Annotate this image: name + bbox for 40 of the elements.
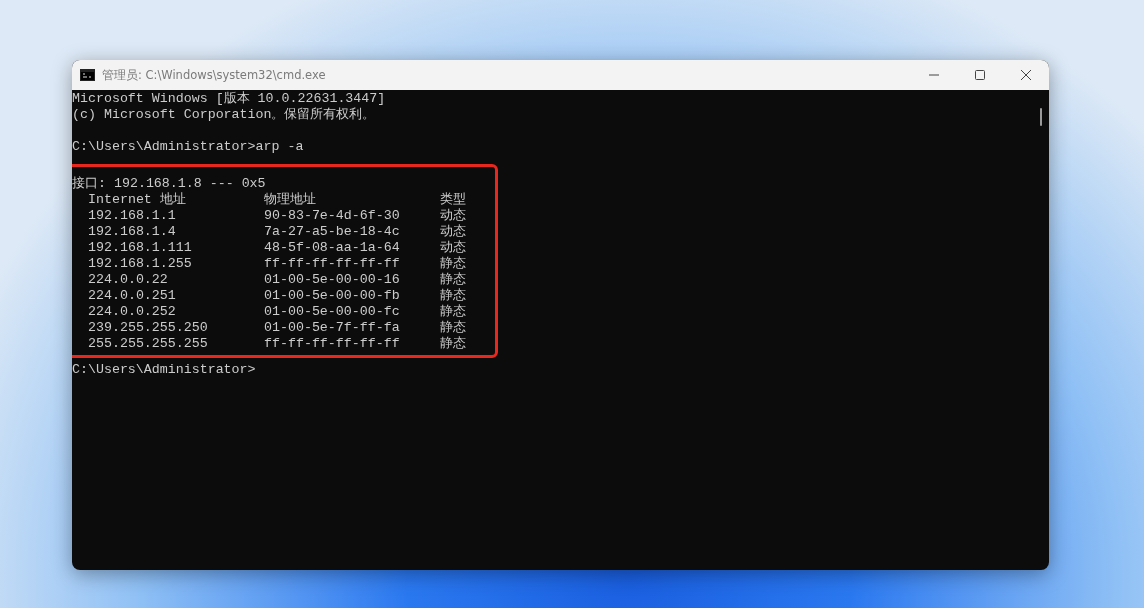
ip-address: 192.168.1.4 (88, 224, 177, 240)
mac-address: 01-00-5e-00-00-16 (264, 272, 401, 288)
column-header: Internet 地址 (88, 192, 187, 208)
entry-type: 静态 (440, 256, 467, 272)
mac-address: ff-ff-ff-ff-ff-ff (264, 256, 401, 272)
mac-address: 01-00-5e-00-00-fc (264, 304, 401, 320)
output-line: Microsoft Windows [版本 10.0.22631.3447] (72, 91, 387, 107)
ip-address: 255.255.255.255 (88, 336, 209, 352)
maximize-icon (975, 70, 985, 80)
entry-type: 静态 (440, 272, 467, 288)
close-icon (1021, 70, 1031, 80)
entry-type: 动态 (440, 240, 467, 256)
mac-address: 90-83-7e-4d-6f-30 (264, 208, 401, 224)
ip-address: 239.255.255.250 (88, 320, 209, 336)
ip-address: 224.0.0.251 (88, 288, 177, 304)
ip-address: 224.0.0.22 (88, 272, 169, 288)
ip-address: 224.0.0.252 (88, 304, 177, 320)
mac-address: 48-5f-08-aa-1a-64 (264, 240, 401, 256)
terminal-icon (80, 69, 95, 81)
mac-address: 7a-27-a5-be-18-4c (264, 224, 401, 240)
entry-type: 动态 (440, 224, 467, 240)
mac-address: ff-ff-ff-ff-ff-ff (264, 336, 401, 352)
prompt-line: C:\Users\Administrator> (72, 362, 257, 378)
column-header: 物理地址 (264, 192, 317, 208)
command-line: C:\Users\Administrator>arp -a (72, 139, 305, 155)
mac-address: 01-00-5e-00-00-fb (264, 288, 401, 304)
output-line: (c) Microsoft Corporation。保留所有权利。 (72, 107, 377, 123)
window-title: 管理员: C:\Windows\system32\cmd.exe (102, 67, 327, 83)
ip-address: 192.168.1.255 (88, 256, 193, 272)
ip-address: 192.168.1.111 (88, 240, 193, 256)
scrollbar-thumb[interactable] (1040, 108, 1042, 126)
column-header: 类型 (440, 192, 467, 208)
interface-line: 接口: 192.168.1.8 --- 0x5 (72, 176, 267, 192)
entry-type: 静态 (440, 288, 467, 304)
mac-address: 01-00-5e-7f-ff-fa (264, 320, 401, 336)
entry-type: 静态 (440, 336, 467, 352)
ip-address: 192.168.1.1 (88, 208, 177, 224)
entry-type: 动态 (440, 208, 467, 224)
entry-type: 静态 (440, 304, 467, 320)
entry-type: 静态 (440, 320, 467, 336)
